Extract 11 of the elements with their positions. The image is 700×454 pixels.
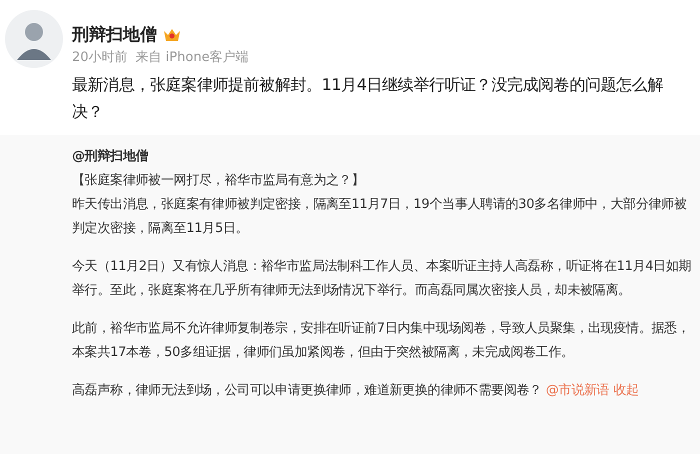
avatar-silhouette-icon[interactable] (5, 10, 63, 68)
repost-headline: 【张庭案律师被一网打尽，裕华市监局有意为之？】 (72, 172, 366, 190)
repost-paragraph: 此前，裕华市监局不允许律师复制卷宗，安排在听证前7日内集中现场阅卷，导致人员聚集，出现疫情。据悉，本案共17本卷，50多组证据，律师们虽加紧阅卷，但由于突然被隔离，未完成阅卷工作。 (72, 320, 691, 362)
repost-paragraph: 今天（11月2日）又有惊人消息：裕华市监局法制科工作人员、本案听证主持人高磊称，听证将在11月4日如期举行。至此，张庭案将在几乎所有律师无法到场情况下举行。而高磊同属次密接人员，却未被隔离。 (72, 258, 692, 300)
author-name[interactable]: 刑辩扫地僧 (72, 24, 157, 46)
post-text: 最新消息，张庭案律师提前被解封。11月4日继续举行听证？没完成阅卷的问题怎么解决？ (72, 74, 664, 123)
repost-paragraph: 昨天传出消息，张庭案有律师被判定密接，隔离至11月7日，19个当事人聘请的30多名律师中，大部分律师被判定次密接，隔离至11月5日。 (72, 196, 688, 238)
post-time: 20小时前 (72, 49, 128, 67)
post-source: 来自 iPhone客户端 (136, 49, 249, 67)
repost-paragraph: 高磊声称，律师无法到场，公司可以申请更换律师，难道新更换的律师不需要阅卷？ @市说新语 收起 (72, 382, 640, 400)
repost-mention[interactable]: @刑辩扫地僧 (72, 145, 696, 169)
